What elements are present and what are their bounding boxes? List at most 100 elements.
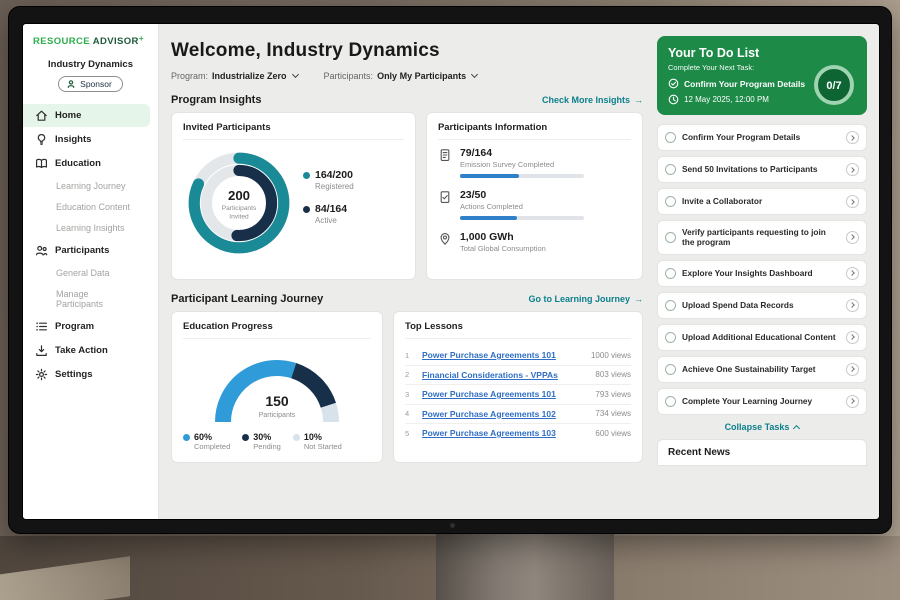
chevron-right-icon[interactable]: [846, 231, 859, 244]
sidebar-item-learning-insights[interactable]: Learning Insights: [23, 218, 150, 238]
chevron-right-icon[interactable]: [846, 163, 859, 176]
sidebar-item-manage-participants[interactable]: Manage Participants: [23, 284, 150, 314]
clock-icon: [668, 94, 679, 105]
chevron-right-icon[interactable]: [846, 267, 859, 280]
education-gauge-chart: 150 Participants: [202, 346, 352, 430]
participants-information-card: Participants Information 79/164 Emission…: [426, 112, 643, 280]
sidebar-item-education[interactable]: Education: [23, 152, 150, 175]
checkbox-icon[interactable]: [665, 300, 676, 311]
gauge-center-label: Participants: [259, 412, 296, 419]
sidebar-item-label: Education Content: [56, 202, 130, 212]
chevron-right-icon[interactable]: [846, 195, 859, 208]
chevron-right-icon[interactable]: [846, 395, 859, 408]
program-filter[interactable]: Program: Industrialize Zero: [171, 71, 298, 81]
lesson-link[interactable]: Power Purchase Agreements 103: [422, 428, 587, 438]
people-icon: [35, 244, 48, 257]
main-content: Welcome, Industry Dynamics Program: Indu…: [159, 24, 653, 519]
dashboard-screen: RESOURCE ADVISOR+ Industry Dynamics Spon…: [23, 24, 879, 519]
todo-task[interactable]: Send 50 Invitations to Participants: [657, 156, 867, 183]
book-icon: [35, 157, 48, 170]
go-to-learning-journey-link[interactable]: Go to Learning Journey→: [528, 294, 643, 304]
clipboard-check-icon: [438, 190, 452, 204]
recent-news-header[interactable]: Recent News: [657, 439, 867, 466]
desk-background: RESOURCE ADVISOR+ Industry Dynamics Spon…: [0, 0, 900, 600]
sidebar-item-learning-journey[interactable]: Learning Journey: [23, 176, 150, 196]
sponsor-badge[interactable]: Sponsor: [58, 76, 123, 92]
checkbox-icon[interactable]: [665, 332, 676, 343]
checkbox-icon[interactable]: [665, 196, 676, 207]
list-icon: [35, 320, 48, 333]
home-icon: [35, 109, 48, 122]
sidebar-item-label: Settings: [55, 369, 92, 380]
logo-plus: +: [139, 34, 144, 43]
pale-dot-icon: [293, 434, 300, 441]
lesson-link[interactable]: Power Purchase Agreements 101: [422, 350, 583, 360]
collapse-tasks-button[interactable]: Collapse Tasks: [657, 422, 867, 432]
checkbox-icon[interactable]: [665, 164, 676, 175]
sidebar-item-settings[interactable]: Settings: [23, 363, 150, 386]
sidebar-nav: Home Insights Education Learning Journey: [23, 104, 158, 386]
sidebar-item-home[interactable]: Home: [23, 104, 150, 127]
todo-task[interactable]: Invite a Collaborator: [657, 188, 867, 215]
arrow-right-icon: →: [634, 294, 643, 304]
sidebar-item-participants[interactable]: Participants: [23, 239, 150, 262]
lesson-link[interactable]: Financial Considerations - VPPAs: [422, 370, 587, 380]
lesson-row: 2 Financial Considerations - VPPAs 803 v…: [405, 366, 631, 386]
chevron-right-icon[interactable]: [846, 131, 859, 144]
arrow-right-icon: →: [634, 95, 643, 105]
program-filter-label: Program:: [171, 71, 208, 81]
sidebar-item-label: Manage Participants: [56, 289, 138, 309]
blue-dot-icon: [183, 434, 190, 441]
navy-dot-icon: [242, 434, 249, 441]
education-progress-card: Education Progress 150 Participants: [171, 311, 383, 463]
card-title: Education Progress: [183, 321, 371, 339]
download-icon: [35, 344, 48, 357]
sponsor-badge-label: Sponsor: [80, 79, 112, 89]
lesson-link[interactable]: Power Purchase Agreements 102: [422, 409, 587, 419]
participants-filter[interactable]: Participants: Only My Participants: [324, 71, 478, 81]
checkbox-icon[interactable]: [665, 396, 676, 407]
document-icon: [438, 148, 452, 162]
chevron-right-icon[interactable]: [846, 299, 859, 312]
sidebar-item-insights[interactable]: Insights: [23, 128, 150, 151]
checkbox-icon[interactable]: [665, 132, 676, 143]
org-name: Industry Dynamics: [23, 59, 158, 70]
lightbulb-icon: [35, 133, 48, 146]
checkbox-icon[interactable]: [665, 232, 676, 243]
program-insights-header: Program Insights Check More Insights→: [171, 94, 643, 106]
sidebar-item-general-data[interactable]: General Data: [23, 263, 150, 283]
todo-task[interactable]: Achieve One Sustainability Target: [657, 356, 867, 383]
sidebar-item-program[interactable]: Program: [23, 315, 150, 338]
monitor-bezel: RESOURCE ADVISOR+ Industry Dynamics Spon…: [8, 6, 892, 534]
todo-task[interactable]: Upload Additional Educational Content: [657, 324, 867, 351]
lesson-row: 5 Power Purchase Agreements 103 600 view…: [405, 424, 631, 443]
program-filter-value: Industrialize Zero: [212, 71, 287, 81]
todo-progress-ring: 0/7: [811, 62, 857, 108]
todo-task[interactable]: Complete Your Learning Journey: [657, 388, 867, 415]
chevron-right-icon[interactable]: [846, 363, 859, 376]
sidebar-item-label: Insights: [55, 134, 91, 145]
donut-center-label-2: Invited: [229, 213, 249, 220]
sidebar-item-take-action[interactable]: Take Action: [23, 339, 150, 362]
legend-item-active: 84/164 Active: [303, 203, 354, 225]
sidebar-item-label: Home: [55, 110, 81, 121]
lesson-row: 3 Power Purchase Agreements 101 793 view…: [405, 385, 631, 405]
checkbox-icon[interactable]: [665, 268, 676, 279]
sidebar: RESOURCE ADVISOR+ Industry Dynamics Spon…: [23, 24, 159, 519]
todo-task[interactable]: Upload Spend Data Records: [657, 292, 867, 319]
check-circle-icon: [668, 78, 679, 89]
lesson-link[interactable]: Power Purchase Agreements 101: [422, 389, 587, 399]
todo-task[interactable]: Confirm Your Program Details: [657, 124, 867, 151]
page-title: Welcome, Industry Dynamics: [171, 40, 643, 62]
chevron-right-icon[interactable]: [846, 331, 859, 344]
check-more-insights-link[interactable]: Check More Insights→: [542, 95, 643, 105]
sidebar-item-education-content[interactable]: Education Content: [23, 197, 150, 217]
checkbox-icon[interactable]: [665, 364, 676, 375]
todo-task[interactable]: Explore Your Insights Dashboard: [657, 260, 867, 287]
participants-filter-value: Only My Participants: [377, 71, 466, 81]
lesson-row: 4 Power Purchase Agreements 102 734 view…: [405, 405, 631, 425]
todo-task[interactable]: Verify participants requesting to join t…: [657, 220, 867, 255]
section-title-learning-journey: Participant Learning Journey: [171, 293, 323, 305]
gauge-center-value: 150: [265, 393, 289, 409]
sidebar-item-label: Participants: [55, 245, 109, 256]
